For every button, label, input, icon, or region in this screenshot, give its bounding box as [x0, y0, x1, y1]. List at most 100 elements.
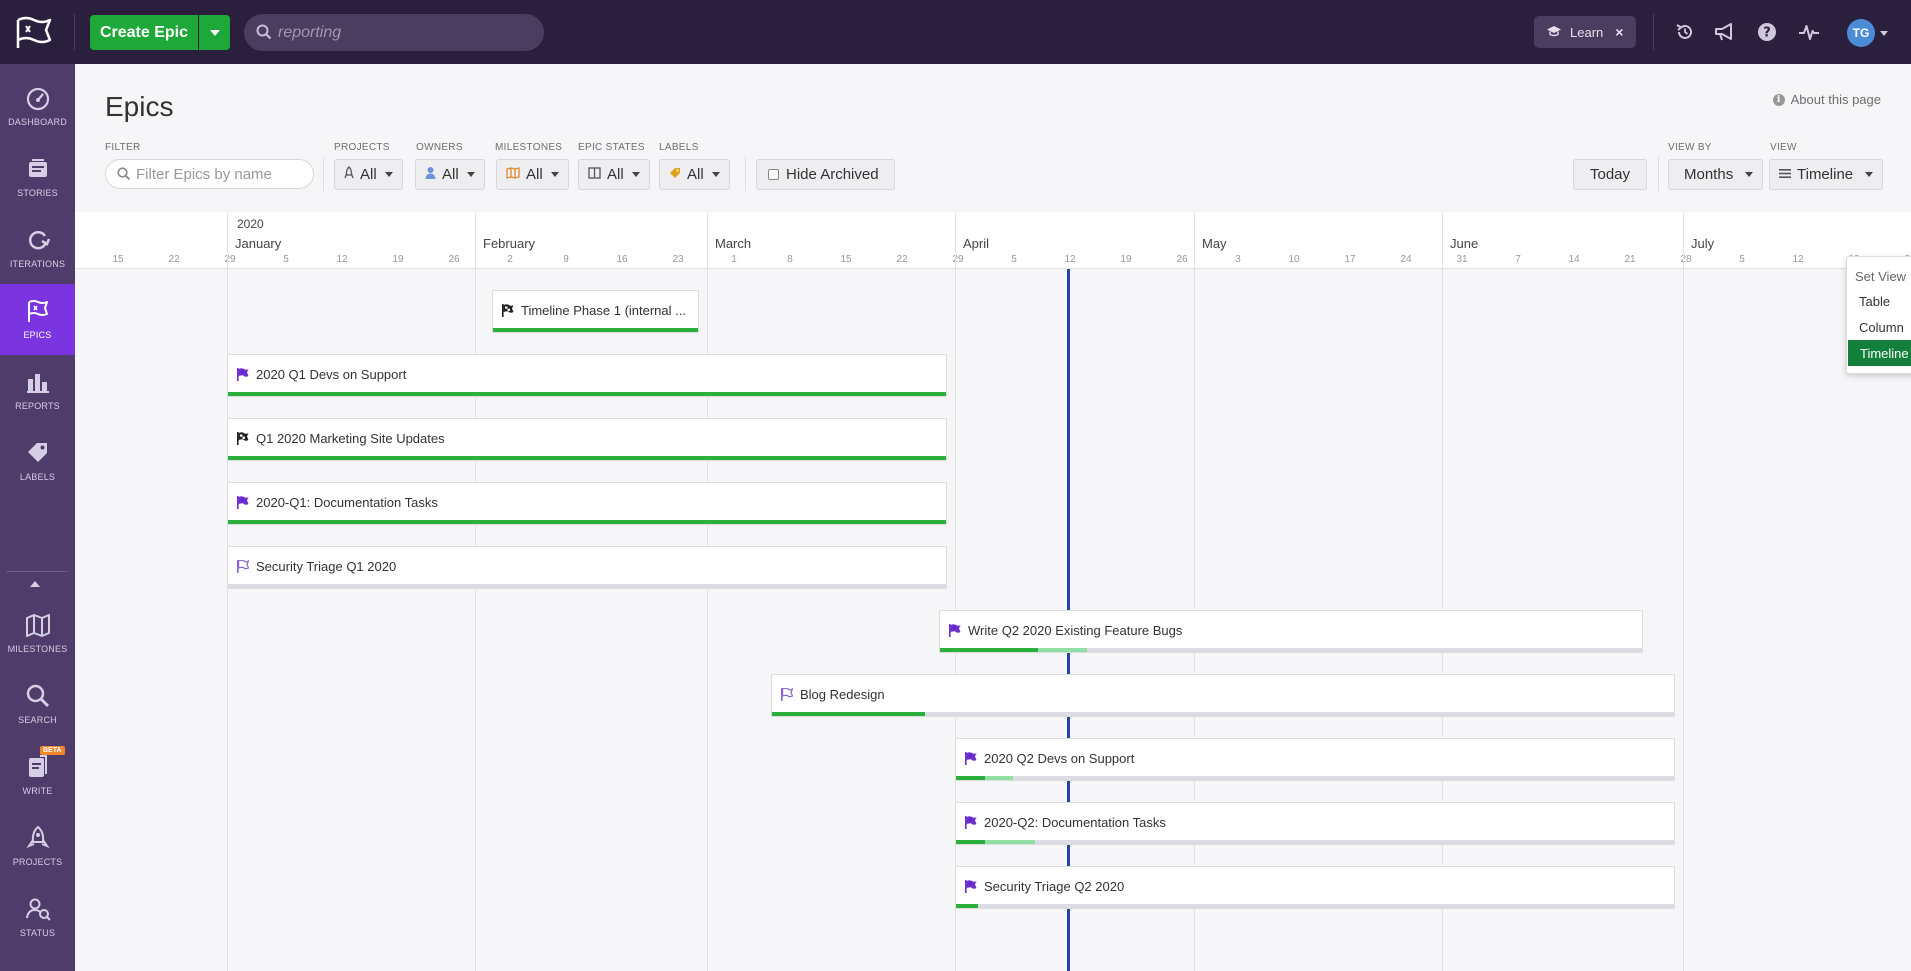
history-icon[interactable] — [1673, 20, 1697, 44]
search-box[interactable] — [244, 14, 544, 51]
epic-bar[interactable]: Blog Redesign — [771, 674, 1675, 717]
shortcut-logo-icon[interactable] — [12, 12, 56, 52]
chevron-down-icon — [711, 172, 720, 177]
month-label: April — [963, 236, 990, 251]
about-page-link[interactable]: i About this page — [1772, 92, 1881, 107]
chevron-down-icon — [550, 172, 559, 177]
epic-bar[interactable]: 2020 Q2 Devs on Support — [955, 738, 1675, 781]
milestones-dropdown[interactable]: All — [496, 159, 569, 190]
month-gridline — [227, 212, 228, 971]
epic-bar[interactable]: 2020 Q1 Devs on Support — [227, 354, 947, 397]
sidebar-item-status[interactable]: STATUS — [0, 882, 75, 953]
view-option-column[interactable]: Column — [1847, 314, 1911, 340]
epic-bar[interactable]: Write Q2 2020 Existing Feature Bugs — [939, 610, 1643, 653]
epic-name: Security Triage Q2 2020 — [984, 879, 1125, 894]
view-option-timeline[interactable]: Timeline — [1848, 340, 1911, 366]
flag-outline-icon — [781, 687, 794, 706]
progress-bar — [956, 840, 1674, 844]
epic-bar[interactable]: 2020-Q1: Documentation Tasks — [227, 482, 947, 525]
epic-name: 2020-Q2: Documentation Tasks — [984, 815, 1166, 830]
epic-bar[interactable]: 2020-Q2: Documentation Tasks — [955, 802, 1675, 845]
progress-bar — [228, 456, 946, 460]
filter-box[interactable] — [105, 159, 314, 189]
epic-bar[interactable]: Security Triage Q1 2020 — [227, 546, 947, 589]
timeline[interactable]: 2020 January February March April May Ju… — [75, 212, 1911, 971]
day-tick-label: 26 — [448, 254, 460, 265]
list-icon — [1779, 166, 1791, 183]
sidebar-item-label: EPICS — [23, 330, 52, 340]
sidebar-item-label: ITERATIONS — [9, 259, 66, 269]
progress-done — [940, 648, 1039, 652]
day-tick-label: 12 — [1064, 254, 1076, 265]
day-tick-label: 17 — [1344, 254, 1356, 265]
month-gridline — [955, 212, 956, 971]
flag-icon — [965, 816, 977, 834]
chevron-down-icon — [209, 29, 220, 36]
checkbox-icon[interactable] — [768, 169, 779, 180]
sidebar-item-write[interactable]: BETA WRITE — [0, 740, 75, 811]
close-icon[interactable]: × — [1615, 24, 1623, 40]
view-dropdown[interactable]: Timeline — [1769, 159, 1884, 190]
epic-bar[interactable]: Timeline Phase 1 (internal ... — [492, 290, 699, 333]
hide-archived-checkbox[interactable]: Hide Archived — [756, 159, 895, 190]
sidebar-item-iterations[interactable]: ITERATIONS — [0, 213, 75, 284]
view-value: Timeline — [1797, 166, 1854, 183]
progress-bar — [228, 584, 946, 588]
day-tick-label: 12 — [336, 254, 348, 265]
epic-bar[interactable]: Q1 2020 Marketing Site Updates — [227, 418, 947, 461]
view-option-table[interactable]: Table — [1847, 288, 1911, 314]
projects-dropdown[interactable]: All — [334, 159, 403, 190]
progress-done — [228, 520, 946, 524]
top-bar: Create Epic Learn × ? TG — [0, 0, 1911, 64]
progress-done — [493, 328, 698, 332]
divider — [745, 157, 746, 191]
flag-icon — [237, 496, 249, 514]
search-input[interactable] — [278, 14, 538, 51]
view-by-value: Months — [1684, 166, 1734, 183]
sidebar-item-labels[interactable]: LABELS — [0, 426, 75, 497]
sidebar-item-search[interactable]: SEARCH — [0, 669, 75, 740]
help-icon[interactable]: ? — [1755, 20, 1779, 44]
owners-dropdown[interactable]: All — [415, 159, 485, 190]
sidebar-item-projects[interactable]: PROJECTS — [0, 811, 75, 882]
filter-epics-input[interactable] — [136, 160, 306, 188]
sidebar-item-reports[interactable]: REPORTS — [0, 355, 75, 426]
create-epic-dropdown-button[interactable] — [199, 15, 230, 50]
epic-name: Q1 2020 Marketing Site Updates — [256, 431, 445, 446]
activity-pulse-icon[interactable] — [1797, 20, 1821, 44]
sidebar-item-label: WRITE — [22, 786, 53, 796]
chevron-down-icon[interactable] — [1880, 31, 1888, 36]
today-button[interactable]: Today — [1573, 159, 1647, 190]
chevron-down-icon — [466, 172, 475, 177]
flag-icon — [965, 880, 977, 898]
progress-bar — [956, 776, 1674, 780]
epic-states-dropdown[interactable]: All — [578, 159, 650, 190]
sidebar-item-stories[interactable]: STORIES — [0, 142, 75, 213]
day-tick-label: 3 — [1235, 254, 1241, 265]
sidebar-item-dashboard[interactable]: DASHBOARD — [0, 71, 75, 142]
map-icon — [506, 166, 520, 183]
status-icon — [25, 896, 51, 922]
day-tick-label: 10 — [1288, 254, 1300, 265]
columns-icon — [588, 166, 601, 183]
megaphone-icon[interactable] — [1713, 20, 1737, 44]
chevron-down-icon — [1865, 172, 1874, 177]
create-epic-button[interactable]: Create Epic — [90, 15, 198, 50]
sidebar-item-epics[interactable]: EPICS — [0, 284, 75, 355]
sidebar-item-milestones[interactable]: MILESTONES — [0, 598, 75, 669]
view-by-dropdown[interactable]: Months — [1668, 159, 1764, 190]
main-content: Epics i About this page FILTER PROJECTS … — [75, 64, 1911, 971]
chevron-up-icon[interactable] — [30, 581, 40, 587]
month-label: January — [235, 236, 282, 251]
learn-button[interactable]: Learn × — [1534, 16, 1636, 48]
search-icon — [256, 24, 272, 45]
sidebar-item-label: DASHBOARD — [8, 117, 67, 127]
epic-bar[interactable]: Security Triage Q2 2020 — [955, 866, 1675, 909]
epic-name: 2020 Q1 Devs on Support — [256, 367, 407, 382]
progress-done — [956, 904, 978, 908]
iterations-icon — [25, 227, 51, 253]
checkered-flag-icon — [237, 432, 249, 450]
labels-dropdown[interactable]: All — [659, 159, 730, 190]
projects-icon — [344, 166, 354, 183]
avatar[interactable]: TG — [1847, 19, 1875, 47]
